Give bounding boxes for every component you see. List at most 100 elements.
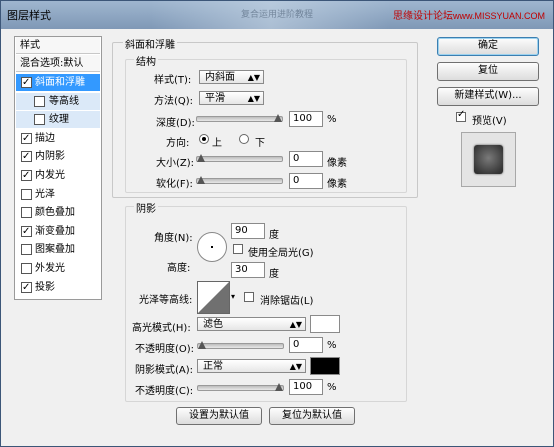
slider-thumb[interactable]: [197, 154, 205, 162]
blurred-background-title: 复合运用进阶教程: [151, 1, 391, 29]
size-slider[interactable]: [196, 154, 283, 162]
style-item-3[interactable]: 描边: [16, 130, 100, 147]
angle-dial[interactable]: [197, 232, 227, 262]
chevron-down-icon: ▲▼: [289, 320, 302, 329]
chevron-down-icon: ▲▼: [247, 94, 260, 103]
title-bar: 图层样式 复合运用进阶教程 思缘设计论坛www.MISSYUAN.COM: [1, 1, 553, 29]
slider-thumb[interactable]: [198, 341, 206, 349]
slider-thumb[interactable]: [275, 383, 283, 391]
new-style-button[interactable]: 新建样式(W)...: [437, 87, 539, 106]
style-item-label: 颜色叠加: [35, 207, 75, 219]
gloss-contour-label: 光泽等高线:: [139, 295, 193, 306]
preview-checkbox[interactable]: [456, 109, 466, 122]
style-item-label: 斜面和浮雕: [35, 77, 85, 88]
layer-style-dialog: 图层样式 复合运用进阶教程 思缘设计论坛www.MISSYUAN.COM 样式 …: [0, 0, 554, 447]
style-select[interactable]: 内斜面 ▲▼: [199, 70, 264, 84]
style-item-checkbox[interactable]: [21, 167, 32, 184]
chevron-down-icon[interactable]: ▾: [231, 292, 235, 301]
style-item-label: 内阴影: [35, 151, 65, 163]
depth-input[interactable]: 100: [289, 111, 323, 127]
global-light-checkbox[interactable]: [233, 244, 243, 254]
style-list: 样式 混合选项:默认 斜面和浮雕等高线纹理描边内阴影内发光光泽颜色叠加渐变叠加图…: [14, 36, 102, 300]
slider-thumb[interactable]: [197, 176, 205, 184]
style-preview: [461, 132, 516, 187]
size-unit: 像素: [327, 158, 347, 169]
style-item-0[interactable]: 斜面和浮雕: [16, 74, 100, 91]
blurred-title-text: 复合运用进阶教程: [241, 10, 314, 20]
highlight-opacity-input[interactable]: 0: [289, 337, 323, 353]
style-item-5[interactable]: 内发光: [16, 167, 100, 184]
slider-thumb[interactable]: [274, 114, 282, 122]
style-item-7[interactable]: 颜色叠加: [16, 204, 100, 221]
antialias-checkbox[interactable]: [244, 292, 254, 302]
technique-label: 方法(Q):: [154, 96, 194, 107]
style-item-checkbox[interactable]: [21, 74, 32, 91]
style-item-11[interactable]: 投影: [16, 279, 100, 296]
watermark: 思缘设计论坛www.MISSYUAN.COM: [393, 7, 545, 22]
reset-default-button[interactable]: 复位为默认值: [269, 407, 355, 425]
style-item-checkbox[interactable]: [21, 148, 32, 165]
gloss-contour-picker[interactable]: [197, 281, 230, 314]
percent-unit: %: [327, 340, 337, 351]
style-item-checkbox[interactable]: [21, 188, 32, 200]
style-item-label: 纹理: [49, 114, 69, 126]
chevron-down-icon: ▲▼: [247, 73, 260, 82]
style-item-checkbox[interactable]: [21, 130, 32, 147]
style-item-1[interactable]: 等高线: [16, 92, 100, 110]
highlight-opacity-label: 不透明度(O):: [135, 344, 195, 355]
style-item-4[interactable]: 内阴影: [16, 148, 100, 165]
style-item-label: 图案叠加: [35, 244, 75, 256]
angle-input[interactable]: 90: [231, 223, 265, 239]
style-item-checkbox[interactable]: [21, 263, 32, 274]
highlight-opacity-slider[interactable]: [197, 341, 284, 349]
highlight-color-swatch[interactable]: [310, 315, 340, 333]
direction-label: 方向:: [166, 138, 190, 149]
style-item-8[interactable]: 渐变叠加: [16, 223, 100, 240]
reset-button[interactable]: 复位: [437, 62, 539, 81]
style-item-checkbox[interactable]: [21, 223, 32, 240]
shadow-opacity-input[interactable]: 100: [289, 379, 323, 395]
percent-unit: %: [327, 114, 337, 125]
blending-options[interactable]: 混合选项:默认: [16, 55, 100, 72]
style-item-6[interactable]: 光泽: [16, 186, 100, 203]
antialias-label: 消除锯齿(L): [260, 296, 314, 307]
style-item-label: 渐变叠加: [35, 225, 75, 237]
style-item-2[interactable]: 纹理: [16, 111, 100, 129]
altitude-unit: 度: [269, 269, 279, 280]
direction-down-label: 下: [255, 138, 265, 149]
altitude-input[interactable]: 30: [231, 262, 265, 278]
set-default-button[interactable]: 设置为默认值: [176, 407, 262, 425]
shadow-opacity-slider[interactable]: [197, 383, 284, 391]
style-item-label: 等高线: [49, 95, 79, 107]
depth-slider[interactable]: [196, 114, 283, 122]
size-input[interactable]: 0: [289, 151, 323, 167]
style-item-label: 描边: [35, 132, 55, 144]
style-item-10[interactable]: 外发光: [16, 260, 100, 277]
size-label: 大小(Z):: [156, 158, 195, 169]
percent-unit: %: [327, 382, 337, 393]
soften-input[interactable]: 0: [289, 173, 323, 189]
technique-select[interactable]: 平滑 ▲▼: [199, 91, 264, 105]
direction-up-label: 上: [212, 138, 222, 149]
ok-button[interactable]: 确定: [437, 37, 539, 56]
style-item-label: 投影: [35, 281, 55, 293]
global-light-label: 使用全局光(G): [248, 248, 314, 259]
style-item-label: 外发光: [35, 263, 65, 274]
style-item-checkbox[interactable]: [34, 114, 45, 126]
preview-swatch: [474, 145, 503, 174]
style-list-header[interactable]: 样式: [16, 37, 100, 54]
direction-down-radio[interactable]: [239, 134, 249, 144]
soften-label: 软化(F):: [156, 179, 193, 190]
shadow-mode-select[interactable]: 正常 ▲▼: [197, 359, 306, 373]
style-item-checkbox[interactable]: [21, 244, 32, 256]
shading-title: 阴影: [134, 200, 158, 215]
soften-slider[interactable]: [196, 176, 283, 184]
style-item-9[interactable]: 图案叠加: [16, 241, 100, 258]
shadow-mode-label: 阴影模式(A):: [135, 365, 194, 376]
shadow-color-swatch[interactable]: [310, 357, 340, 375]
style-item-checkbox[interactable]: [21, 207, 32, 219]
style-item-checkbox[interactable]: [21, 279, 32, 296]
style-item-checkbox[interactable]: [34, 95, 45, 107]
highlight-mode-select[interactable]: 滤色 ▲▼: [197, 317, 306, 331]
direction-up-radio[interactable]: [199, 134, 209, 144]
